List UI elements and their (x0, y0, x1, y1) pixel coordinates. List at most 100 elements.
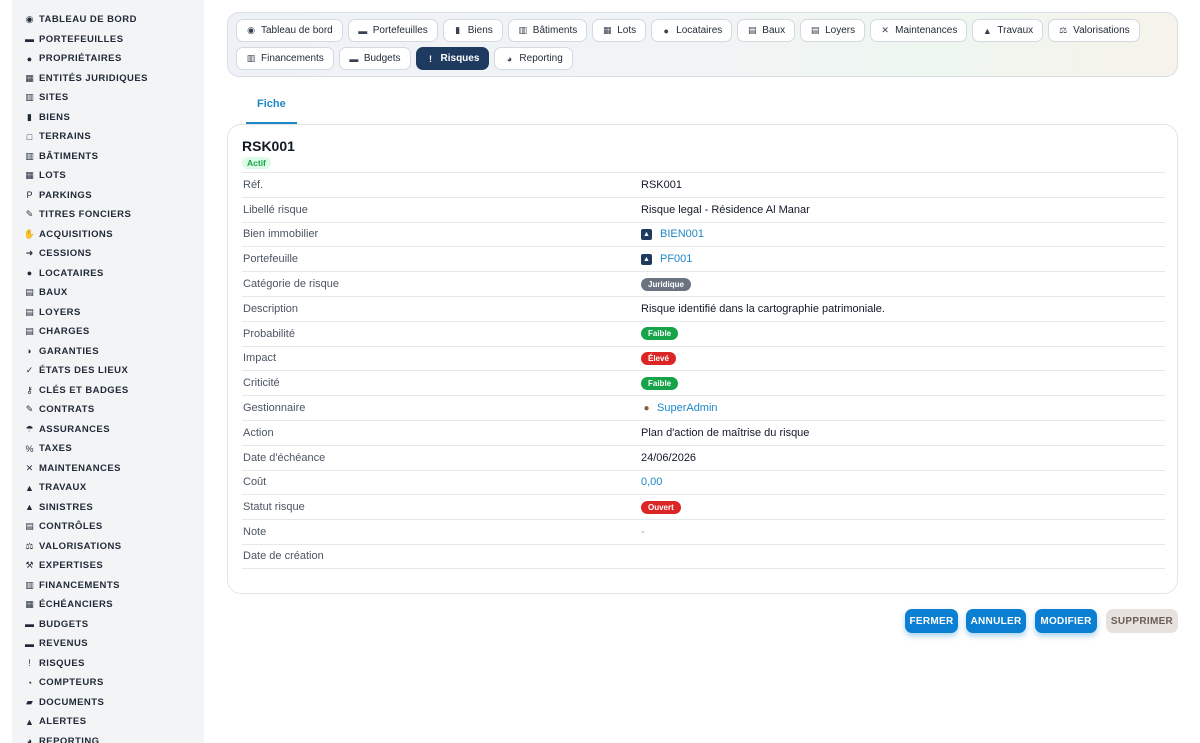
field-row-description: Description Risque identifié dans la car… (242, 295, 1165, 321)
sidebar-item-revenus[interactable]: ▬ Revenus (12, 634, 204, 654)
module-button-travaux[interactable]: ▲ Travaux (972, 19, 1044, 42)
file-signature-icon: ✎ (25, 209, 34, 220)
sidebar-item-expertises[interactable]: ⚒ Expertises (12, 556, 204, 576)
field-value: - (641, 526, 645, 539)
sidebar-item-alertes[interactable]: ▲ Alertes (12, 712, 204, 732)
module-button-budgets[interactable]: ▬ Budgets (338, 47, 411, 70)
sidebar-item-terrains[interactable]: □ Terrains (12, 127, 204, 147)
module-button-label: Bâtiments (532, 25, 578, 36)
gestionnaire-link[interactable]: SuperAdmin (657, 402, 718, 414)
bien-link[interactable]: BIEN001 (660, 228, 704, 240)
module-button-label: Portefeuilles (372, 25, 428, 36)
sidebar-item-contrats[interactable]: ✎ Contrats (12, 400, 204, 420)
module-button-batiments[interactable]: ▥ Bâtiments (507, 19, 588, 42)
cancel-button[interactable]: Annuler (966, 609, 1026, 633)
sidebar-item-baux[interactable]: ▤ Baux (12, 283, 204, 303)
portefeuille-link[interactable]: PF001 (660, 253, 692, 265)
module-button-baux[interactable]: ▤ Baux (737, 19, 796, 42)
sidebar-item-proprietaires[interactable]: ● Propriétaires (12, 49, 204, 69)
delete-button[interactable]: Supprimer (1106, 609, 1178, 633)
sidebar-item-label: Garanties (39, 345, 99, 357)
sidebar-item-financements[interactable]: ▥ Financements (12, 576, 204, 596)
sidebar-item-locataires[interactable]: ● Locataires (12, 264, 204, 284)
sidebar-item-loyers[interactable]: ▤ Loyers (12, 303, 204, 323)
sidebar-item-controles[interactable]: ▤ Contrôles (12, 517, 204, 537)
tab-fiche[interactable]: Fiche (246, 92, 297, 124)
users-icon: ● (663, 25, 669, 36)
sidebar-item-assurances[interactable]: ☂ Assurances (12, 420, 204, 440)
sidebar-item-echeanciers[interactable]: ▦ Échéanciers (12, 595, 204, 615)
module-button-tableau-de-bord[interactable]: ◉ Tableau de bord (236, 19, 343, 42)
umbrella-icon: ☂ (25, 423, 34, 434)
sidebar-item-sinistres[interactable]: ▲ Sinistres (12, 498, 204, 518)
field-row-creation: Date de création (242, 543, 1165, 569)
sidebar-item-risques[interactable]: ! Risques (12, 654, 204, 674)
module-button-risques[interactable]: ! Risques (415, 47, 490, 70)
gavel-icon: ⚒ (25, 560, 34, 571)
edit-button[interactable]: Modifier (1035, 609, 1097, 633)
field-row-probabilite: Probabilité Faible (242, 320, 1165, 346)
field-label: Date de création (243, 550, 324, 563)
sidebar-item-label: Travaux (39, 482, 87, 494)
sidebar-item-reporting[interactable]: ◕ Reporting (12, 732, 204, 743)
clipboard-icon: ▤ (25, 521, 34, 532)
sidebar-item-travaux[interactable]: ▲ Travaux (12, 478, 204, 498)
module-button-locataires[interactable]: ● Locataires (651, 19, 733, 42)
sidebar: ◉ Tableau de bord ▬ Portefeuilles ● Propriéta… (12, 0, 204, 743)
key-icon: ⚷ (26, 384, 33, 395)
sidebar-item-parkings[interactable]: P Parkings (12, 186, 204, 206)
sidebar-item-cessions[interactable]: ➜ Cessions (12, 244, 204, 264)
module-button-loyers[interactable]: ▤ Loyers (800, 19, 866, 42)
module-button-valorisations[interactable]: ⚖ Valorisations (1048, 19, 1140, 42)
module-button-lots[interactable]: ▦ Lots (592, 19, 647, 42)
sidebar-item-budgets[interactable]: ▬ Budgets (12, 615, 204, 635)
sidebar-item-acquisitions[interactable]: ✋ Acquisitions (12, 225, 204, 245)
city-icon: ▥ (518, 25, 528, 35)
sidebar-item-maintenances[interactable]: ✕ Maintenances (12, 459, 204, 479)
sidebar-item-batiments[interactable]: ▥ Bâtiments (12, 147, 204, 167)
module-button-financements[interactable]: ▥ Financements (236, 47, 334, 70)
city-icon: ▥ (25, 92, 34, 103)
file-contract-icon: ▤ (25, 287, 34, 298)
sidebar-item-entites-juridiques[interactable]: ▦ Entités juridiques (12, 69, 204, 89)
module-button-reporting[interactable]: ◕ Reporting (494, 47, 573, 70)
field-label: Statut risque (243, 501, 305, 514)
sidebar-item-label: Cessions (39, 248, 92, 260)
sidebar-item-cles-et-badges[interactable]: ⚷ Clés et badges (12, 381, 204, 401)
sidebar-item-garanties[interactable]: ◗ Garanties (12, 342, 204, 362)
module-button-label: Budgets (363, 53, 401, 64)
sidebar-item-portefeuilles[interactable]: ▬ Portefeuilles (12, 30, 204, 50)
field-row-action: Action Plan d'action de maîtrise du risq… (242, 419, 1165, 445)
module-button-label: Valorisations (1073, 25, 1130, 36)
sidebar-item-titres-fonciers[interactable]: ✎ Titres fonciers (12, 205, 204, 225)
module-button-maintenances[interactable]: ✕ Maintenances (870, 19, 968, 42)
gauge-icon: ◔ (26, 677, 33, 688)
exclamation-circle-icon: ! (28, 658, 31, 669)
field-value: 24/06/2026 (641, 451, 697, 464)
sidebar-item-lots[interactable]: ▦ Lots (12, 166, 204, 186)
warning-icon: ▲ (25, 502, 34, 513)
sidebar-item-compteurs[interactable]: ◔ Compteurs (12, 673, 204, 693)
sign-out-icon: ➜ (25, 248, 34, 259)
vector-square-icon: □ (26, 131, 33, 142)
sidebar-item-valorisations[interactable]: ⚖ Valorisations (12, 537, 204, 557)
sidebar-item-label: Sites (39, 92, 69, 104)
criticality-badge: Faible (641, 376, 679, 390)
field-value: RSK001 (641, 178, 682, 191)
close-button[interactable]: Fermer (905, 609, 958, 633)
sidebar-item-taxes[interactable]: % Taxes (12, 439, 204, 459)
sidebar-item-charges[interactable]: ▤ Charges (12, 322, 204, 342)
sidebar-item-label: Contrats (39, 404, 95, 416)
module-button-biens[interactable]: ▮ Biens (442, 19, 503, 42)
sidebar-item-sites[interactable]: ▥ Sites (12, 88, 204, 108)
field-row-impact: Impact Élevé (242, 345, 1165, 371)
building-icon: ▮ (27, 111, 32, 122)
sidebar-item-documents[interactable]: ▰ Documents (12, 693, 204, 713)
wallet-icon: ▬ (349, 53, 359, 64)
module-button-portefeuilles[interactable]: ▬ Portefeuilles (347, 19, 438, 42)
folder-open-icon: ▰ (26, 696, 33, 707)
sidebar-item-label: Biens (39, 111, 71, 123)
sidebar-item-biens[interactable]: ▮ Biens (12, 108, 204, 128)
sidebar-item-etats-des-lieux[interactable]: ✓ États des lieux (12, 361, 204, 381)
sidebar-item-tableau-de-bord[interactable]: ◉ Tableau de bord (12, 10, 204, 30)
